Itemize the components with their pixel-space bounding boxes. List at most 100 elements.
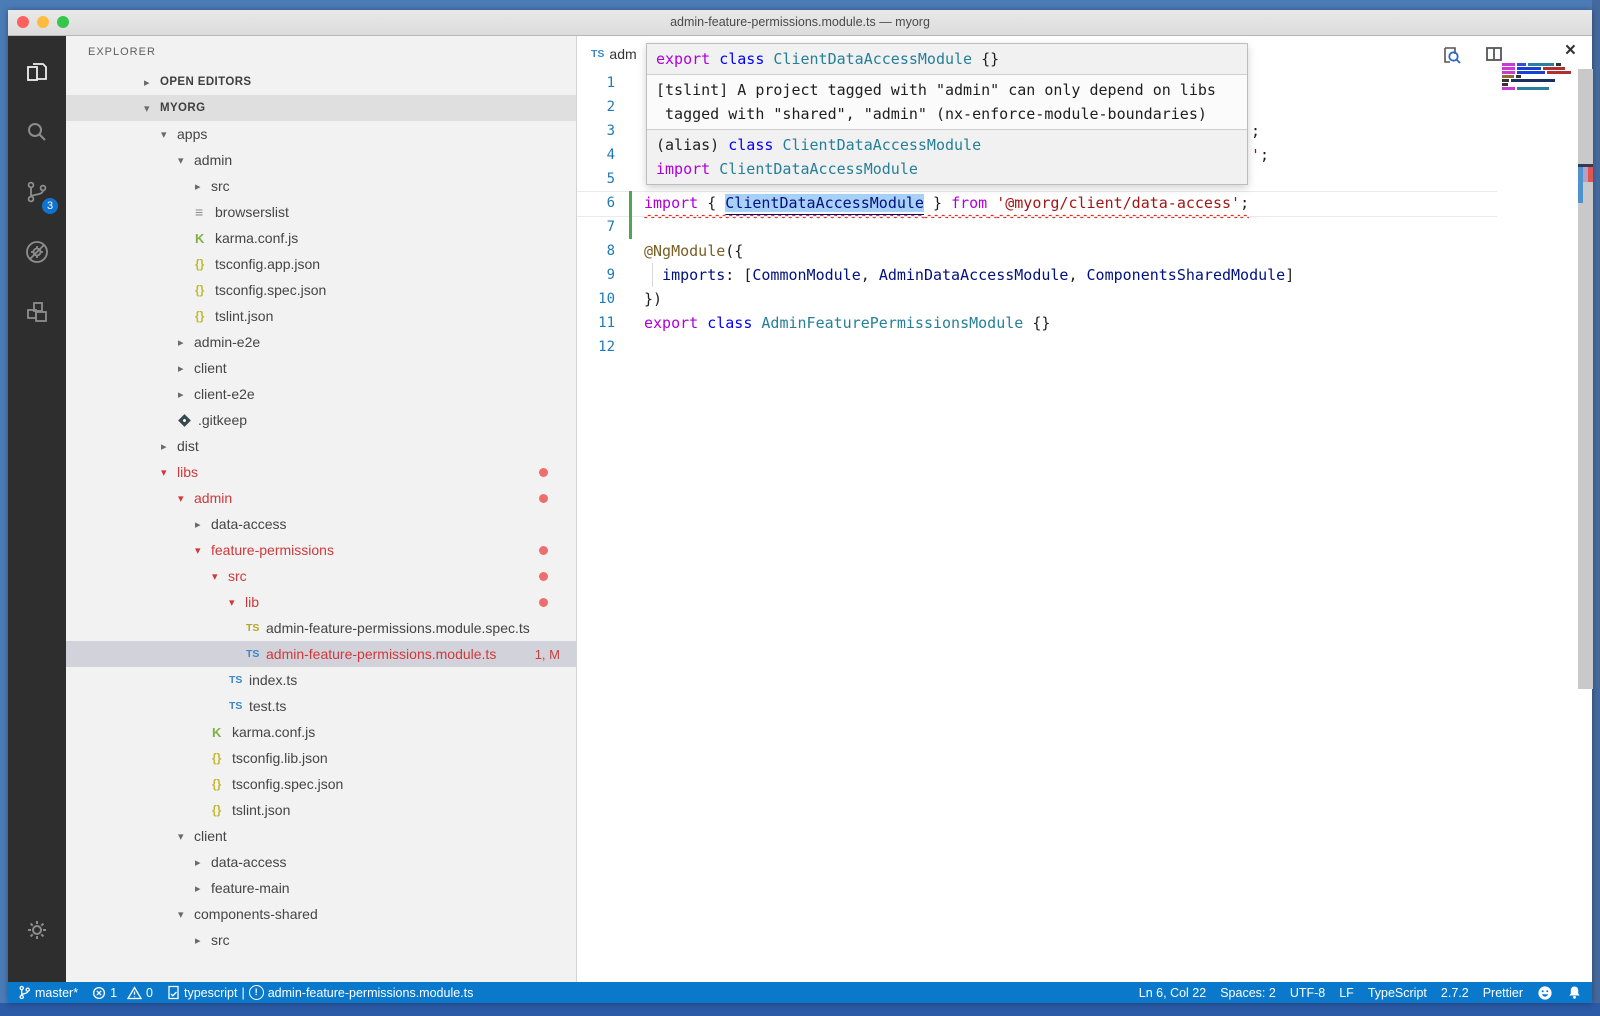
code-line-9: 9 imports: [CommonModule, AdminDataAcces… — [577, 263, 1497, 287]
tree-item-tsconfig-spec-json[interactable]: {}tsconfig.spec.json — [66, 771, 576, 797]
error-count: 1 — [110, 986, 117, 1000]
chevron-right-icon: ▸ — [144, 76, 157, 89]
tree-item-label: client — [194, 828, 227, 844]
open-preview-icon[interactable] — [1440, 44, 1462, 66]
tree-item-tsconfig-spec-json[interactable]: {}tsconfig.spec.json — [66, 277, 576, 303]
language-mode[interactable]: TypeScript — [1368, 986, 1427, 1000]
search-icon[interactable] — [8, 108, 66, 156]
cursor-position[interactable]: Ln 6, Col 22 — [1139, 986, 1206, 1000]
tree-item-client-e2e[interactable]: ▸client-e2e — [66, 381, 576, 407]
tree-item-label: tsconfig.app.json — [215, 256, 320, 272]
line-number: 4 — [577, 147, 615, 163]
tree-item-tslint-json[interactable]: {}tslint.json — [66, 797, 576, 823]
tree-item-admin-feature-permissions-module-ts[interactable]: TSadmin-feature-permissions.module.ts1, … — [66, 641, 576, 667]
encoding-status[interactable]: UTF-8 — [1290, 986, 1325, 1000]
minimap-line — [1502, 79, 1578, 82]
karma-file-icon: K — [212, 725, 232, 740]
minimap-line — [1502, 71, 1578, 74]
code-line-text: import { ClientDataAccessModule } from '… — [644, 194, 1249, 212]
tree-item-label: tsconfig.lib.json — [232, 750, 328, 766]
debug-icon[interactable] — [8, 228, 66, 276]
tree-item-client[interactable]: ▾client — [66, 823, 576, 849]
json-file-icon: {} — [212, 777, 232, 791]
code-line-text: @NgModule({ — [644, 242, 743, 260]
formatter-status[interactable]: Prettier — [1483, 986, 1523, 1000]
minimap[interactable] — [1496, 63, 1578, 663]
line-number: 10 — [577, 291, 615, 307]
tree-item-karma-conf-js[interactable]: Kkarma.conf.js — [66, 225, 576, 251]
linter-status[interactable]: typescript | ! admin-feature-permissions… — [167, 985, 473, 1000]
split-editor-icon[interactable] — [1484, 44, 1504, 64]
git-branch-status[interactable]: master* — [18, 985, 78, 1000]
scrollbar-slider[interactable] — [1578, 69, 1593, 689]
hover-alias: (alias) class ClientDataAccessModuleimpo… — [647, 130, 1247, 184]
chevron-down-icon: ▾ — [161, 128, 174, 141]
close-icon[interactable]: × — [1565, 40, 1576, 62]
tree-item--gitkeep[interactable]: .gitkeep — [66, 407, 576, 433]
karma-file-icon: K — [195, 231, 215, 246]
tree-item-feature-permissions[interactable]: ▾feature-permissions — [66, 537, 576, 563]
status-separator: | — [241, 986, 244, 1000]
tree-item-tsconfig-app-json[interactable]: {}tsconfig.app.json — [66, 251, 576, 277]
code-line-10: 10}) — [577, 287, 1497, 311]
chevron-right-icon: ▸ — [195, 882, 208, 895]
tree-item-src[interactable]: ▾src — [66, 563, 576, 589]
chevron-right-icon: ▸ — [178, 336, 191, 349]
tree-item-feature-main[interactable]: ▸feature-main — [66, 875, 576, 901]
indentation-status[interactable]: Spaces: 2 — [1220, 986, 1276, 1000]
explorer-icon[interactable] — [8, 48, 66, 96]
extensions-icon[interactable] — [8, 288, 66, 336]
problems-status[interactable]: 1 0 — [92, 986, 153, 1000]
tree-item-src[interactable]: ▸src — [66, 927, 576, 953]
tree-item-tsconfig-lib-json[interactable]: {}tsconfig.lib.json — [66, 745, 576, 771]
tree-item-index-ts[interactable]: TSindex.ts — [66, 667, 576, 693]
chevron-right-icon: ▸ — [178, 388, 191, 401]
tree-item-tslint-json[interactable]: {}tslint.json — [66, 303, 576, 329]
line-number: 9 — [577, 267, 615, 283]
tree-item-label: lib — [245, 594, 259, 610]
code-line-12: 12 — [577, 335, 1497, 359]
chevron-right-icon: ▸ — [195, 856, 208, 869]
tree-item-label: apps — [177, 126, 207, 142]
tree-item-label: components-shared — [194, 906, 318, 922]
tree-item-myorg[interactable]: ▾MYORG — [66, 95, 576, 121]
window-title: admin-feature-permissions.module.ts — my… — [8, 15, 1592, 29]
tree-item-label: src — [228, 568, 247, 584]
minimap-line — [1502, 63, 1578, 66]
tree-item-libs[interactable]: ▾libs — [66, 459, 576, 485]
chevron-down-icon: ▾ — [161, 466, 174, 479]
title-bar: admin-feature-permissions.module.ts — my… — [8, 10, 1592, 36]
tree-item-admin-feature-permissions-module-spec-ts[interactable]: TSadmin-feature-permissions.module.spec.… — [66, 615, 576, 641]
tree-item-admin-e2e[interactable]: ▸admin-e2e — [66, 329, 576, 355]
tree-item-open-editors[interactable]: ▸OPEN EDITORS — [66, 69, 576, 95]
tree-item-data-access[interactable]: ▸data-access — [66, 849, 576, 875]
eol-status[interactable]: LF — [1339, 986, 1354, 1000]
source-control-icon[interactable]: 3 — [8, 168, 66, 216]
feedback-smiley-icon[interactable] — [1537, 985, 1553, 1001]
tree-item-lib[interactable]: ▾lib — [66, 589, 576, 615]
tree-item-admin[interactable]: ▾admin — [66, 147, 576, 173]
tree-item-client[interactable]: ▸client — [66, 355, 576, 381]
tree-item-src[interactable]: ▸src — [66, 173, 576, 199]
modified-dot-indicator — [539, 468, 548, 477]
linted-file-label: admin-feature-permissions.module.ts — [268, 986, 474, 1000]
tree-item-admin[interactable]: ▾admin — [66, 485, 576, 511]
ts-version[interactable]: 2.7.2 — [1441, 986, 1469, 1000]
tree-item-browserslist[interactable]: ≡browserslist — [66, 199, 576, 225]
gear-icon[interactable] — [8, 906, 66, 954]
editor-group[interactable]: TS adm — [577, 36, 1592, 982]
tree-item-data-access[interactable]: ▸data-access — [66, 511, 576, 537]
tree-item-label: test.ts — [249, 698, 286, 714]
tree-item-label: karma.conf.js — [215, 230, 298, 246]
tree-item-karma-conf-js[interactable]: Kkarma.conf.js — [66, 719, 576, 745]
tree-item-test-ts[interactable]: TStest.ts — [66, 693, 576, 719]
typescript-file-icon: TS — [229, 700, 249, 712]
tree-item-components-shared[interactable]: ▾components-shared — [66, 901, 576, 927]
tree-item-dist[interactable]: ▸dist — [66, 433, 576, 459]
tree-item-label: data-access — [211, 516, 286, 532]
info-exclaim-icon: ! — [249, 985, 264, 1000]
tree-item-apps[interactable]: ▾apps — [66, 121, 576, 147]
linter-label: typescript — [184, 986, 238, 1000]
notifications-bell-icon[interactable] — [1567, 985, 1582, 1000]
branch-label: master* — [35, 986, 78, 1000]
